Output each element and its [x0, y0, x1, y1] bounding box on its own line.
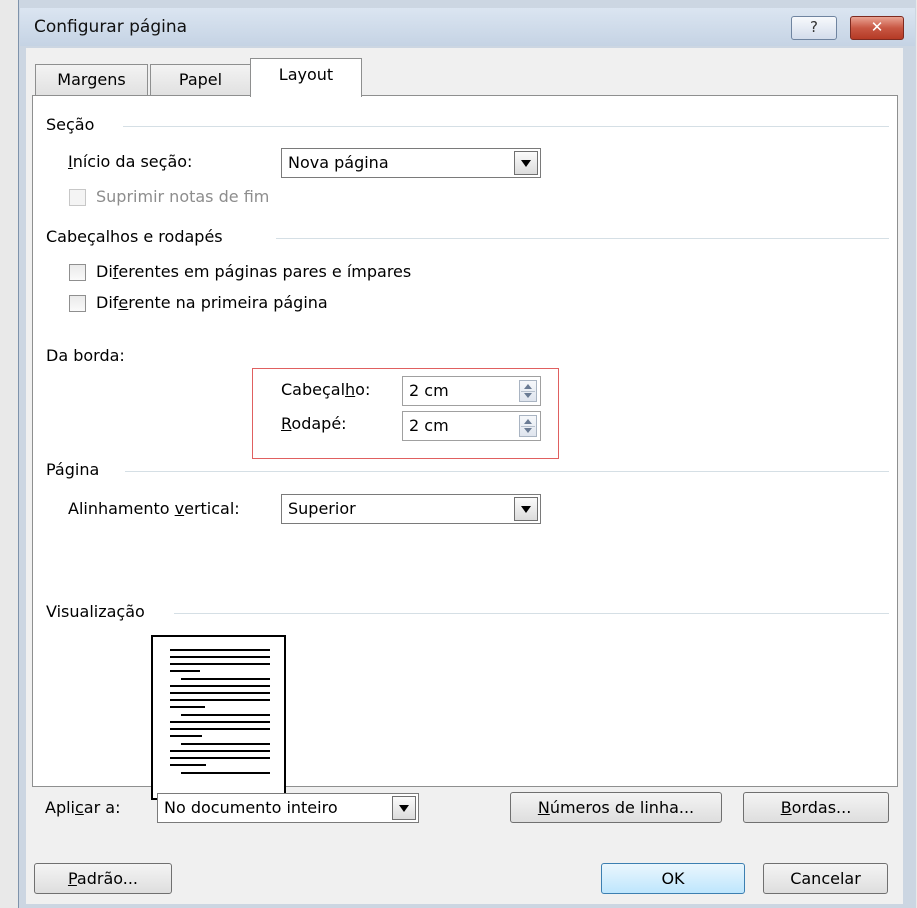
- line-numbers-button[interactable]: Números de linha...: [510, 792, 722, 823]
- ok-button[interactable]: OK: [601, 863, 745, 894]
- section-start-dropdown[interactable]: Nova página: [281, 148, 541, 178]
- title-bar: Configurar página ? ✕: [20, 8, 915, 46]
- apply-to-label-text: Aplicar a:: [45, 798, 121, 817]
- preview-heading: Visualização: [46, 602, 145, 621]
- group-divider: [123, 126, 889, 127]
- odd-even-checkbox[interactable]: [69, 264, 86, 281]
- section-heading: Seção: [46, 115, 95, 134]
- headers-footers-heading: Cabeçalhos e rodapés: [46, 227, 223, 246]
- footer-distance-label: Rodapé:: [281, 414, 347, 433]
- group-divider: [125, 471, 889, 472]
- header-distance-spinner[interactable]: 2 cm: [402, 376, 541, 406]
- dialog-title: Configurar página: [34, 17, 188, 37]
- tab-label: Margens: [57, 70, 126, 89]
- chevron-down-icon[interactable]: [392, 796, 416, 820]
- chevron-down-icon[interactable]: [514, 497, 538, 521]
- spin-arrows-icon[interactable]: [519, 415, 537, 437]
- header-distance-label: Cabeçalho:: [281, 380, 371, 399]
- chevron-down-icon[interactable]: [514, 151, 538, 175]
- suppress-endnotes-label: Suprimir notas de fim: [96, 187, 270, 206]
- first-page-label: Diferente na primeira página: [96, 293, 328, 312]
- footer-distance-value: 2 cm: [409, 416, 449, 435]
- apply-to-value: No documento inteiro: [164, 798, 338, 817]
- tab-label: Papel: [178, 70, 223, 89]
- tab-margens[interactable]: Margens: [35, 64, 148, 95]
- header-distance-value: 2 cm: [409, 381, 449, 400]
- vertical-alignment-value: Superior: [288, 499, 356, 518]
- section-start-value: Nova página: [288, 153, 389, 172]
- help-icon: ?: [810, 18, 818, 36]
- section-start-label: Início da seção:: [68, 152, 193, 171]
- cancel-button[interactable]: Cancelar: [763, 863, 888, 894]
- footer-distance-spinner[interactable]: 2 cm: [402, 411, 541, 441]
- help-button[interactable]: ?: [791, 16, 837, 40]
- group-divider: [276, 238, 889, 239]
- suppress-endnotes-checkbox[interactable]: [69, 189, 86, 206]
- default-button[interactable]: Padrão...: [34, 863, 172, 894]
- tab-papel[interactable]: Papel: [150, 64, 251, 95]
- vertical-alignment-label: Alinhamento vertical:: [68, 499, 240, 518]
- spin-arrows-icon[interactable]: [519, 380, 537, 402]
- layout-panel: Seção Início da seção: Nova página Supri…: [32, 95, 898, 800]
- vertical-alignment-dropdown[interactable]: Superior: [281, 494, 541, 524]
- close-button[interactable]: ✕: [850, 16, 904, 40]
- apply-to-dropdown[interactable]: No documento inteiro: [157, 793, 419, 823]
- borders-button[interactable]: Bordas...: [743, 792, 889, 823]
- dialog-client: Margens Papel Layout Seção Início da seç…: [26, 48, 903, 904]
- odd-even-label: Diferentes em páginas pares e ímpares: [96, 262, 412, 281]
- tab-layout[interactable]: Layout: [250, 58, 362, 97]
- from-edge-label: Da borda:: [46, 346, 125, 365]
- page-heading: Página: [46, 460, 100, 479]
- tab-label: Layout: [278, 65, 334, 84]
- page-preview: [151, 635, 286, 800]
- first-page-checkbox[interactable]: [69, 295, 86, 312]
- close-icon: ✕: [870, 18, 884, 36]
- group-divider: [174, 613, 889, 614]
